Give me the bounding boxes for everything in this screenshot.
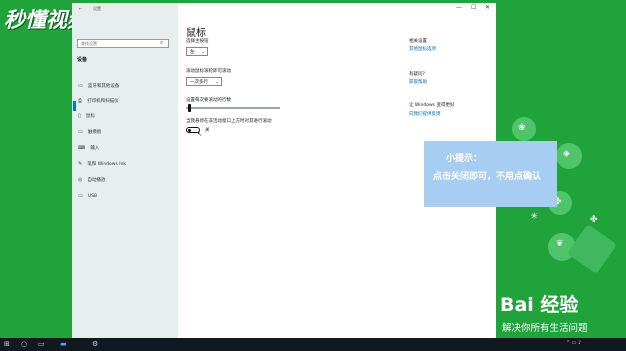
windows-logo-icon[interactable]: ⊞ [4,340,10,348]
baidu-slogan: 解决你所有生活问题 [502,323,588,334]
fruit-icon: ❦ [556,239,564,249]
better-windows-heading: 让 Windows 变得更好 [409,103,455,108]
cursor-pointer-icon: ↖ [197,131,203,138]
close-button[interactable]: ✕ [485,4,490,11]
page-title: 鼠标 [186,28,206,39]
maximize-button[interactable]: ☐ [471,4,476,11]
question-heading: 有疑问? [409,72,425,77]
usb-icon: ▭ [78,193,83,199]
tag-icon: ◈ [563,149,570,159]
chevron-down-icon: ⌄ [201,49,205,54]
window-title: 设置 [93,6,101,11]
get-help-link[interactable]: 获取帮助 [409,79,427,85]
scroll-label: 滚动鼠标滚轮即可滚动 [186,69,231,74]
lines-slider-track[interactable] [186,107,280,109]
back-arrow-icon[interactable]: ← [79,6,82,11]
toggle-knob [188,129,191,132]
tip-title: 小提示： [446,154,483,164]
primary-button-dropdown[interactable]: 左 ⌄ [186,47,208,56]
related-settings-heading: 相关设置 [409,39,427,44]
file-explorer-icon[interactable]: ▬ [60,340,67,348]
scroll-value: 一次多行 [190,80,208,85]
toggle-state-label: 关 [205,128,210,133]
primary-button-value: 左 [190,50,195,55]
tip-body: 点击关闭即可，不用点确认 [433,172,542,182]
sun-icon: ☀ [530,212,539,222]
sidebar-home-label: 设备 [77,57,88,63]
primary-button-label: 选择主按钮 [186,39,209,44]
chevron-down-icon: ⌄ [215,79,219,84]
minimize-button[interactable]: — [456,4,462,11]
task-view-icon[interactable]: ▭ [38,340,45,348]
lines-label: 设置每次要滚动的行数 [186,98,231,103]
settings-icon[interactable]: ⚙ [92,340,98,348]
bird-icon: ✤ [590,215,598,225]
search-icon[interactable]: ○ [21,340,27,348]
leaf-icon: ❀ [518,123,526,133]
feedback-link[interactable]: 向我们提供反馈 [409,111,441,117]
search-input[interactable]: 查找设置 [77,39,169,48]
sidebar-active-indicator [73,101,76,111]
tray-icons[interactable]: ⌃ ▭ ♪ [566,340,581,346]
search-icon: ⌕ [160,39,164,46]
lines-slider-thumb[interactable] [188,104,191,112]
scroll-dropdown[interactable]: 一次多行 ⌄ [186,77,222,86]
decor-card [566,223,618,275]
baidu-logo: Bai 经验 [500,294,579,316]
additional-mouse-options-link[interactable]: 其他鼠标选项 [409,46,436,52]
sidebar-item-usb[interactable]: ▭ USB [78,182,97,201]
inactive-scroll-label: 当我悬停在非活动窗口上方时对其进行滚动 [186,119,272,124]
